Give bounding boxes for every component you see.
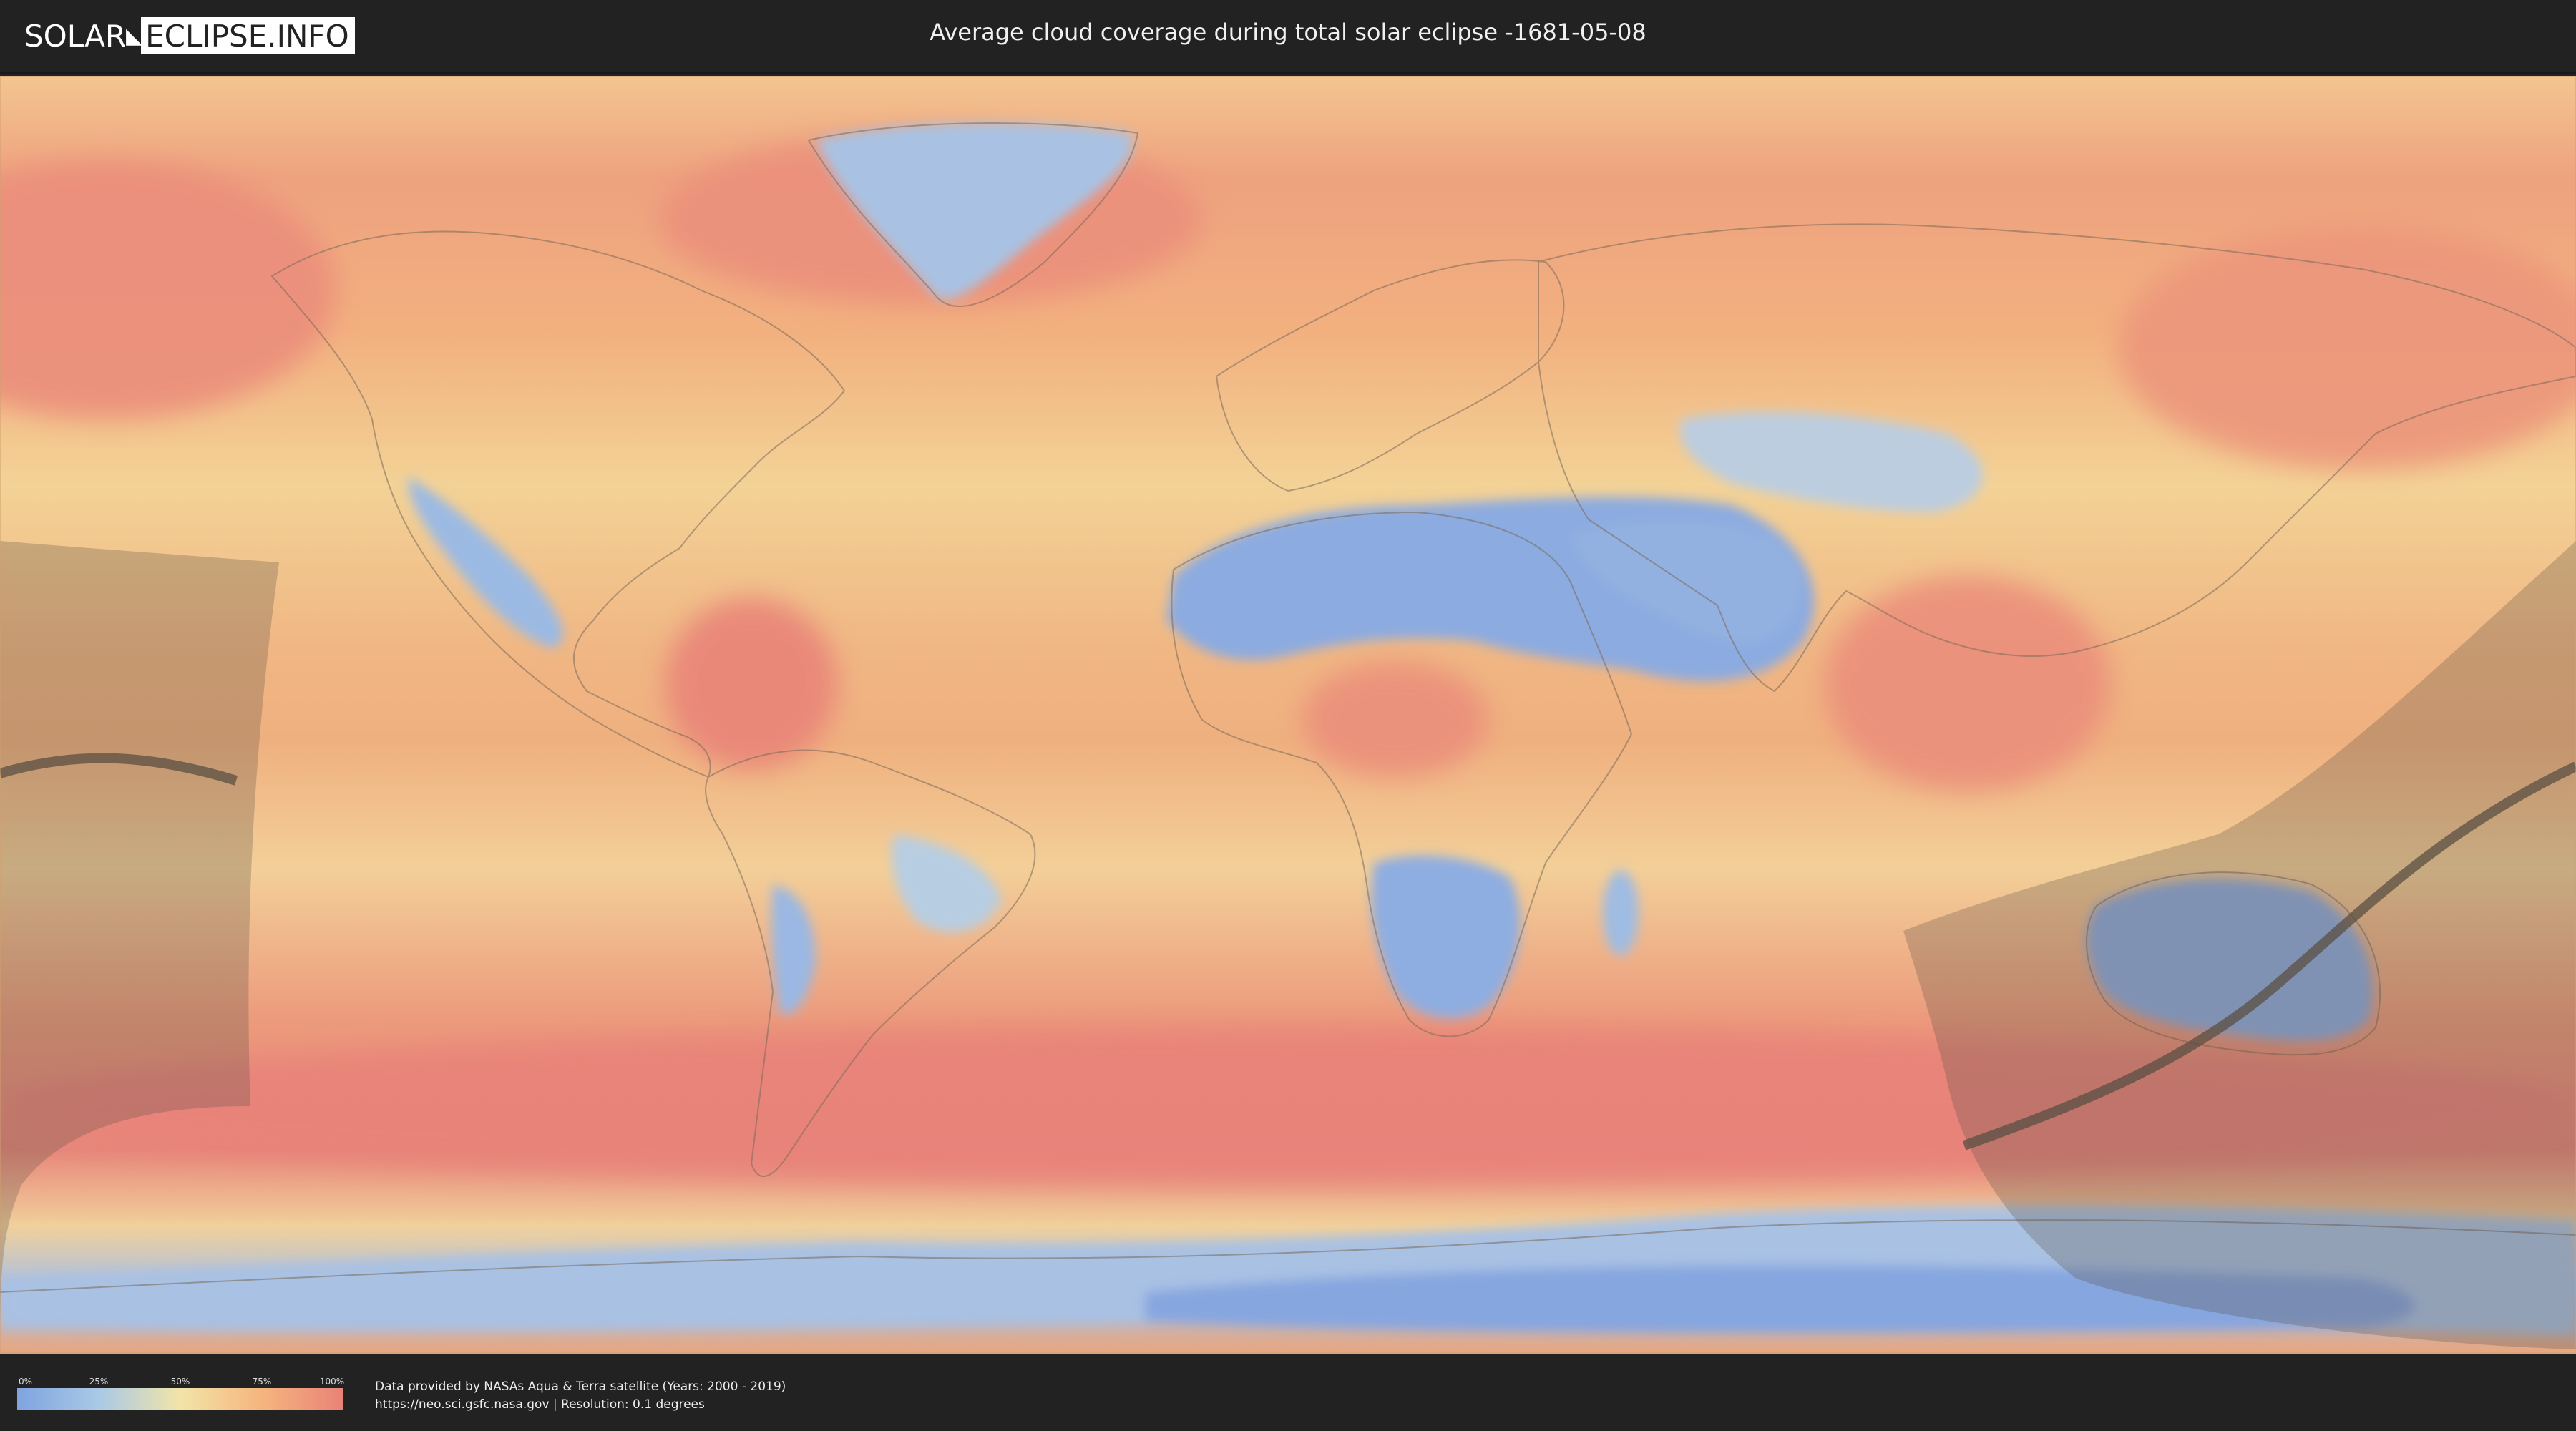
credits-line-url[interactable]: https://neo.sci.gsfc.nasa.gov | Resoluti… [375,1396,786,1414]
cloud-coverage-map[interactable] [0,76,2576,1354]
map-canvas [0,76,2576,1354]
data-credits: Data provided by NASAs Aqua & Terra sate… [375,1378,786,1414]
credits-line-source: Data provided by NASAs Aqua & Terra sate… [375,1379,786,1394]
legend-tick-100: 100% [319,1377,345,1387]
legend-tick-50: 50% [170,1377,190,1387]
cloud-coverage-legend: 0% 25% 50% 75% 100% [17,1377,345,1410]
footer: 0% 25% 50% 75% 100% Data provided by NAS… [0,1357,2576,1431]
legend-color-bar [17,1388,343,1410]
header: SOLAR ◣ ECLIPSE.INFO Average cloud cover… [0,0,2576,74]
legend-tick-75: 75% [252,1377,272,1387]
legend-tick-25: 25% [89,1377,109,1387]
legend-tick-0: 0% [19,1377,33,1387]
legend-ticks: 0% 25% 50% 75% 100% [17,1377,345,1388]
page: SOLAR ◣ ECLIPSE.INFO Average cloud cover… [0,0,2576,1431]
page-title: Average cloud coverage during total sola… [930,19,1646,46]
